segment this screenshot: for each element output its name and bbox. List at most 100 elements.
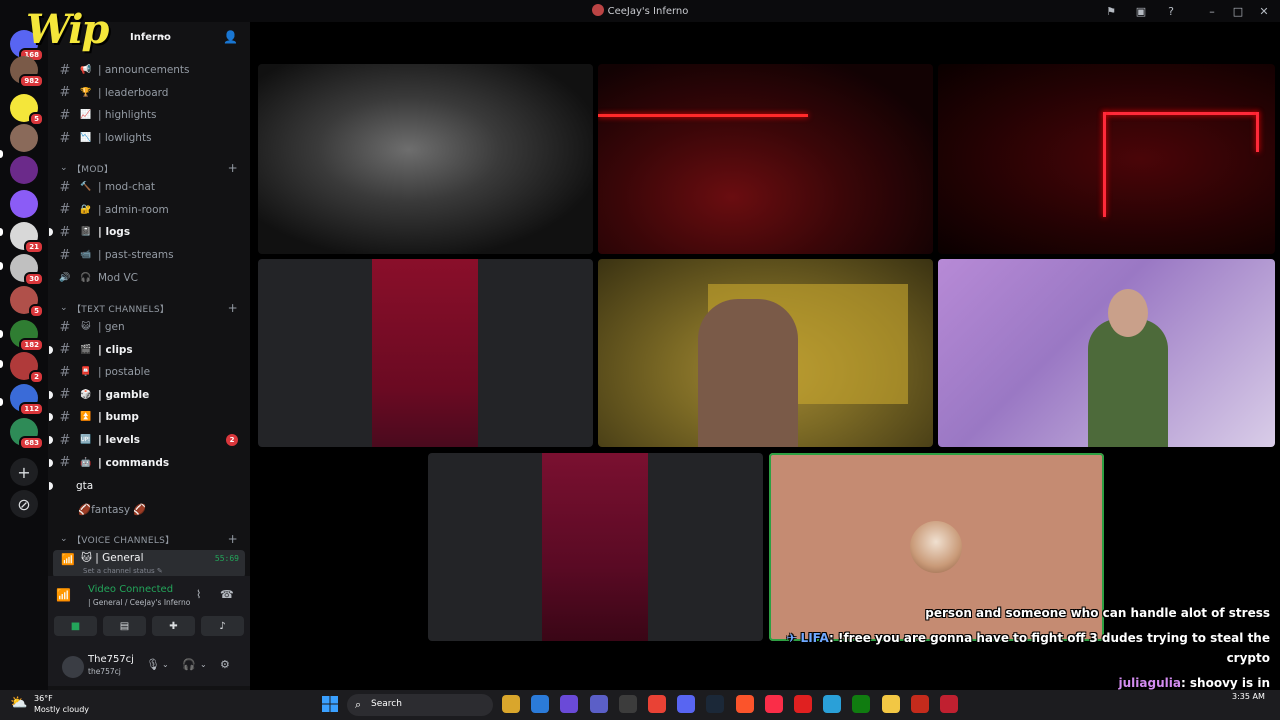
chevron-down-icon[interactable]: ⌄ bbox=[200, 660, 207, 669]
channel-lowlights[interactable]: # 📉 | lowlights bbox=[56, 127, 244, 149]
unread-indicator bbox=[49, 390, 53, 399]
server-icon-s9[interactable]: 182 bbox=[10, 320, 44, 352]
voice-channel-general[interactable]: 📶 🐱 | General 55:69 Set a channel status ✎ bbox=[53, 550, 245, 578]
thread-gta[interactable]: gta bbox=[49, 475, 244, 497]
discord-icon[interactable] bbox=[677, 695, 696, 713]
app-blue-icon[interactable] bbox=[823, 695, 842, 713]
channel-logs[interactable]: # 📓 | logs bbox=[49, 221, 244, 243]
channel-status-input[interactable]: Set a channel status ✎ bbox=[83, 567, 163, 575]
video-tile[interactable] bbox=[428, 453, 763, 641]
video-tile[interactable] bbox=[258, 64, 593, 254]
avatar[interactable] bbox=[62, 656, 84, 678]
add-channel-icon[interactable]: + bbox=[228, 161, 238, 175]
file-explorer-icon[interactable] bbox=[502, 695, 520, 713]
brave-icon[interactable] bbox=[735, 695, 754, 713]
category-text-channels[interactable]: ⌄ 【TEXT CHANNELS】 + bbox=[60, 300, 246, 316]
channel-past-streams[interactable]: # 📹 | past-streams bbox=[56, 244, 244, 266]
server-icon-andi[interactable] bbox=[10, 190, 38, 218]
gear-icon[interactable]: ⚙ bbox=[220, 658, 230, 671]
app-red-icon[interactable] bbox=[794, 695, 812, 713]
add-channel-icon[interactable]: + bbox=[228, 532, 238, 546]
edge-icon[interactable] bbox=[531, 695, 550, 713]
help-icon[interactable]: ? bbox=[1160, 0, 1182, 22]
video-tile[interactable] bbox=[938, 259, 1275, 447]
noise-suppression-icon[interactable]: ⌇ bbox=[196, 588, 201, 601]
window-title: CeeJay's Inferno bbox=[0, 4, 1280, 17]
category-voice-channels[interactable]: ⌄ 【VOICE CHANNELS】 + bbox=[60, 531, 246, 547]
store-icon[interactable] bbox=[618, 695, 637, 713]
steam-icon[interactable] bbox=[706, 695, 725, 713]
channel-leaderboard[interactable]: # 🏆 | leaderboard bbox=[56, 82, 244, 104]
server-icon-s1[interactable]: 982 bbox=[10, 56, 44, 88]
close-button[interactable]: ✕ bbox=[1254, 0, 1274, 22]
channel-mod-vc[interactable]: 🔊 🎧 Mod VC bbox=[56, 267, 244, 289]
add-channel-icon[interactable]: + bbox=[228, 301, 238, 315]
music-icon[interactable] bbox=[764, 695, 783, 713]
channel-levels[interactable]: # 🆙 | levels 2 bbox=[49, 429, 244, 451]
person-figure bbox=[698, 299, 798, 447]
server-icon-s11[interactable]: 112 bbox=[10, 384, 44, 416]
avatar bbox=[910, 521, 962, 573]
voice-connection-panel: 📶 Video Connected | General / CeeJay's I… bbox=[48, 576, 250, 648]
screen-share-button[interactable]: ▤ bbox=[103, 616, 146, 636]
channel-label: | clips bbox=[98, 343, 133, 356]
app-red2-icon[interactable] bbox=[910, 695, 929, 713]
server-icon-s10[interactable]: 2 bbox=[10, 352, 44, 384]
server-icon-wip[interactable]: 5 bbox=[10, 94, 44, 126]
folder-icon[interactable] bbox=[881, 695, 900, 713]
voice-channel-path[interactable]: | General / CeeJay's Inferno bbox=[88, 598, 190, 607]
camera-button[interactable]: ■ bbox=[54, 616, 97, 636]
mic-icon[interactable]: 🎙 bbox=[146, 658, 160, 671]
video-tile[interactable] bbox=[258, 259, 593, 447]
xbox-icon[interactable] bbox=[852, 695, 871, 713]
channel-announcements[interactable]: # 📢 | announcements bbox=[56, 59, 244, 81]
copilot-icon[interactable] bbox=[560, 695, 579, 713]
channel-gen[interactable]: # 😺 | gen bbox=[56, 316, 244, 338]
person-head bbox=[1108, 289, 1148, 337]
channel-clips[interactable]: # 🎬 | clips bbox=[49, 339, 244, 361]
clock[interactable]: 3:35 AM bbox=[1232, 692, 1265, 701]
search-label: Search bbox=[371, 699, 402, 709]
channel-highlights[interactable]: # 📈 | highlights bbox=[56, 104, 244, 126]
video-tile[interactable] bbox=[938, 64, 1275, 254]
channel-admin-room[interactable]: # 🔐 | admin-room bbox=[56, 199, 244, 221]
server-icon-s6[interactable]: 21 bbox=[10, 222, 44, 254]
add-member-icon[interactable]: 👤 bbox=[223, 30, 238, 44]
server-icon-s12[interactable]: 683 bbox=[10, 418, 44, 450]
app-obs-icon[interactable] bbox=[940, 695, 958, 713]
title-bar: CeeJay's Inferno ⚑ ▣ ? – □ ✕ bbox=[0, 0, 1280, 22]
channel-bump[interactable]: # ⏫ | bump bbox=[49, 406, 244, 428]
channel-commands[interactable]: # 🤖 | commands bbox=[49, 452, 244, 474]
unread-badge: 982 bbox=[19, 74, 44, 88]
screen-icon[interactable]: ▣ bbox=[1130, 0, 1152, 22]
server-icon-s7[interactable]: 30 bbox=[10, 254, 44, 286]
channel-fantasy[interactable]: 🏈fantasy 🏈 bbox=[56, 498, 244, 520]
chrome-icon[interactable] bbox=[648, 695, 666, 713]
minimize-button[interactable]: – bbox=[1202, 0, 1222, 22]
signal-icon[interactable]: 📶 bbox=[56, 588, 71, 602]
disconnect-icon[interactable]: ☎ bbox=[220, 588, 234, 601]
activities-button[interactable]: ✚ bbox=[152, 616, 195, 636]
channel-mod-chat[interactable]: # 🔨 | mod-chat bbox=[56, 176, 244, 198]
channel-postable[interactable]: # 📮 | postable bbox=[56, 361, 244, 383]
soundboard-button[interactable]: ♪ bbox=[201, 616, 244, 636]
category-mod[interactable]: ⌄ 【MOD】 + bbox=[60, 160, 246, 176]
channel-gamble[interactable]: # 🎲 | gamble bbox=[49, 384, 244, 406]
server-icon-s4[interactable] bbox=[10, 156, 38, 184]
add-server-icon[interactable]: + bbox=[10, 458, 38, 486]
video-tile[interactable] bbox=[598, 259, 933, 447]
video-tile[interactable] bbox=[598, 64, 933, 254]
windows-start-icon[interactable] bbox=[322, 696, 338, 712]
hash-icon: # bbox=[59, 202, 71, 218]
chat-message: juliagulia: shoovy is in bbox=[1119, 676, 1271, 690]
server-icon-s3[interactable] bbox=[10, 124, 38, 152]
inbox-icon[interactable]: ⚑ bbox=[1100, 0, 1122, 22]
chat-text: : !free you are gonna have to fight off … bbox=[829, 631, 1270, 645]
chevron-down-icon[interactable]: ⌄ bbox=[162, 660, 169, 669]
teams-icon[interactable] bbox=[589, 695, 608, 713]
server-icon-s8[interactable]: 5 bbox=[10, 286, 44, 318]
maximize-button[interactable]: □ bbox=[1228, 0, 1248, 22]
discover-icon[interactable]: ⊘ bbox=[10, 490, 38, 518]
taskbar-search[interactable]: ⌕ Search bbox=[347, 694, 493, 716]
headphones-icon[interactable]: 🎧 bbox=[182, 658, 196, 671]
